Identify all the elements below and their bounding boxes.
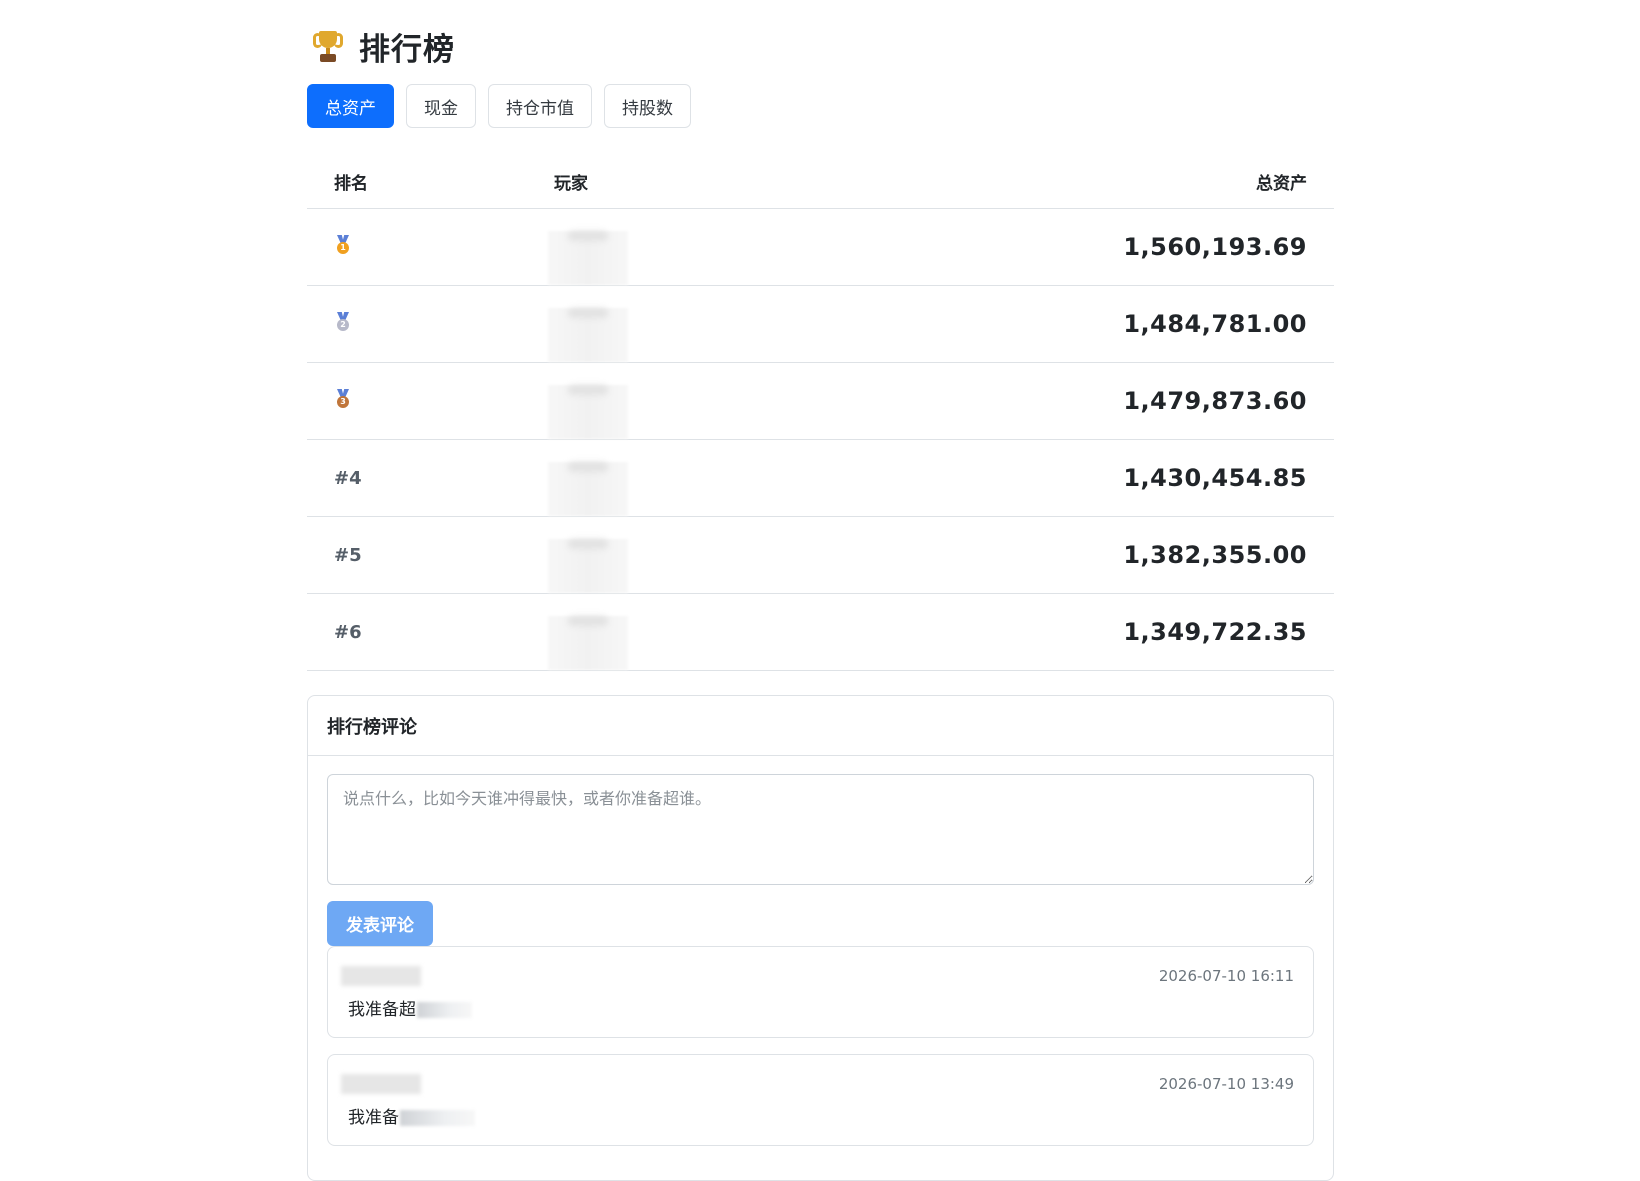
- column-header-rank: 排名: [307, 154, 527, 209]
- comment-text: 我准备超: [348, 995, 472, 1020]
- comment-input[interactable]: [327, 774, 1314, 885]
- table-row: #5 1,382,355.00: [307, 516, 1334, 594]
- leaderboard-page: 排行榜 总资产 现金 持仓市值 持股数 排名 玩家 总资产 1 1,560,19…: [307, 0, 1334, 1181]
- table-row: #6 1,349,722.35: [307, 593, 1334, 671]
- post-comment-button[interactable]: 发表评论: [327, 901, 433, 946]
- total-assets-value: 1,560,193.69: [1081, 208, 1334, 286]
- comment-timestamp: 2026-07-10 16:11: [1158, 967, 1294, 985]
- total-assets-value: 1,484,781.00: [1081, 285, 1334, 363]
- comment-timestamp: 2026-07-10 13:49: [1158, 1075, 1294, 1093]
- comment-item: 2026-07-10 16:11 我准备超: [327, 946, 1314, 1038]
- rank-number: #6: [334, 621, 362, 643]
- comment-item: 2026-07-10 13:49 我准备: [327, 1054, 1314, 1146]
- comment-author-redacted: [341, 966, 421, 986]
- player-cell: [527, 208, 1081, 286]
- total-assets-value: 1,479,873.60: [1081, 362, 1334, 440]
- table-row: #4 1,430,454.85: [307, 439, 1334, 517]
- bronze-medal-icon: 3: [334, 389, 352, 409]
- player-cell: [527, 516, 1081, 594]
- table-row: 2 1,484,781.00: [307, 285, 1334, 363]
- tab-total-assets[interactable]: 总资产: [307, 84, 394, 128]
- trophy-icon: [313, 29, 343, 63]
- tab-cash[interactable]: 现金: [406, 84, 476, 128]
- rank-number: #4: [334, 467, 362, 489]
- player-name-redacted: [548, 308, 628, 362]
- column-header-total-assets: 总资产: [1081, 154, 1334, 209]
- table-header-row: 排名 玩家 总资产: [307, 154, 1334, 209]
- tab-shares-held[interactable]: 持股数: [604, 84, 691, 128]
- rank-cell: 3: [307, 362, 527, 440]
- page-title: 排行榜: [359, 31, 455, 68]
- player-name-redacted: [548, 539, 628, 593]
- player-name-redacted: [548, 231, 628, 285]
- rank-cell: #4: [307, 439, 527, 517]
- player-cell: [527, 362, 1081, 440]
- total-assets-value: 1,349,722.35: [1081, 593, 1334, 671]
- comments-card-body: 发表评论 2026-07-10 16:11 我准备超 2026-07-10 13…: [308, 756, 1333, 1180]
- table-row: 1 1,560,193.69: [307, 208, 1334, 286]
- page-header: 排行榜: [307, 26, 1334, 68]
- player-name-redacted: [548, 616, 628, 670]
- comments-card: 排行榜评论 发表评论 2026-07-10 16:11 我准备超 2026-07…: [307, 695, 1334, 1181]
- comments-card-title: 排行榜评论: [308, 696, 1333, 756]
- tab-position-value[interactable]: 持仓市值: [488, 84, 592, 128]
- rank-cell: 2: [307, 285, 527, 363]
- metric-tabs: 总资产 现金 持仓市值 持股数: [307, 84, 1334, 128]
- player-cell: [527, 285, 1081, 363]
- column-header-player: 玩家: [527, 154, 1081, 209]
- player-name-redacted: [548, 462, 628, 516]
- rank-number: #5: [334, 544, 362, 566]
- total-assets-value: 1,382,355.00: [1081, 516, 1334, 594]
- comment-text: 我准备: [348, 1103, 475, 1128]
- total-assets-value: 1,430,454.85: [1081, 439, 1334, 517]
- player-name-redacted: [548, 385, 628, 439]
- comment-author-redacted: [341, 1074, 421, 1094]
- gold-medal-icon: 1: [334, 235, 352, 255]
- rank-cell: 1: [307, 208, 527, 286]
- leaderboard-table: 排名 玩家 总资产 1 1,560,193.69 2 1,484,781.00: [307, 154, 1334, 671]
- player-cell: [527, 439, 1081, 517]
- rank-cell: #6: [307, 593, 527, 671]
- table-row: 3 1,479,873.60: [307, 362, 1334, 440]
- rank-cell: #5: [307, 516, 527, 594]
- player-cell: [527, 593, 1081, 671]
- silver-medal-icon: 2: [334, 312, 352, 332]
